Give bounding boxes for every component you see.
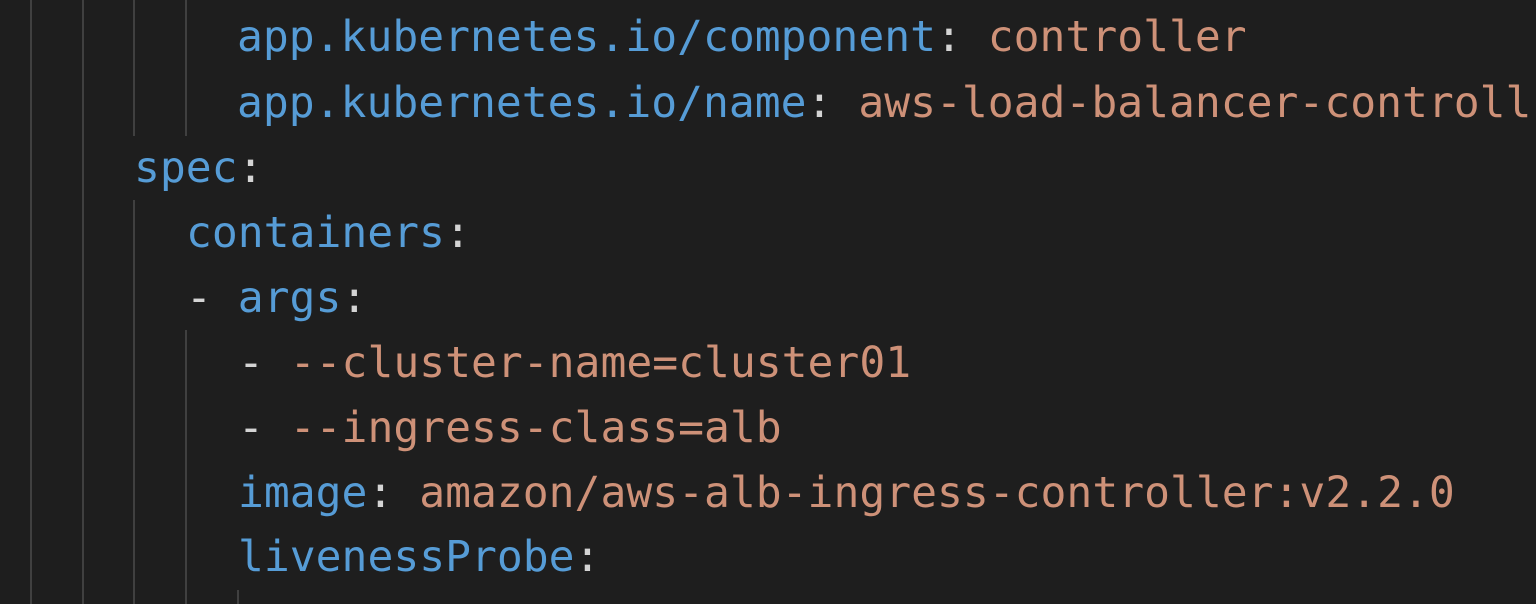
code-line[interactable]: - args: xyxy=(186,265,367,331)
indent-guide xyxy=(133,200,135,604)
clipped-code-line xyxy=(290,586,890,604)
yaml-key: app.kubernetes.io/name xyxy=(237,78,807,128)
yaml-value: amazon/aws-alb-ingress-controller:v2.2.0 xyxy=(393,468,1455,518)
yaml-key: app.kubernetes.io/component xyxy=(237,12,936,62)
yaml-key: image xyxy=(238,468,368,518)
code-line[interactable]: app.kubernetes.io/component: controller xyxy=(237,4,1247,70)
code-line[interactable]: livenessProbe: xyxy=(238,524,600,590)
yaml-key: args xyxy=(237,273,342,323)
yaml-colon: : xyxy=(935,12,962,62)
code-line[interactable]: spec: xyxy=(134,135,263,201)
indent-guide xyxy=(237,590,239,604)
code-line[interactable]: containers: xyxy=(186,200,471,266)
yaml-colon: : xyxy=(806,78,833,128)
yaml-dash: - xyxy=(238,403,290,453)
indent-guide xyxy=(185,330,187,604)
yaml-key: spec xyxy=(134,143,238,193)
yaml-value: --cluster-name=cluster01 xyxy=(289,338,912,388)
yaml-value: controller xyxy=(961,12,1247,62)
yaml-key: livenessProbe xyxy=(238,532,575,582)
clipped-text-glyphs xyxy=(290,595,890,604)
yaml-value: --ingress-class=alb xyxy=(289,403,782,453)
yaml-colon: : xyxy=(574,532,601,582)
yaml-dash: - xyxy=(238,338,290,388)
code-editor[interactable]: app.kubernetes.io/component: controller … xyxy=(0,0,1536,604)
code-line[interactable]: - --cluster-name=cluster01 xyxy=(238,330,911,396)
code-line[interactable]: image: amazon/aws-alb-ingress-controller… xyxy=(238,460,1455,526)
yaml-colon: : xyxy=(341,273,368,323)
indent-guide xyxy=(133,0,135,136)
code-line[interactable]: app.kubernetes.io/name: aws-load-balance… xyxy=(237,70,1531,136)
indent-guide xyxy=(82,0,84,604)
yaml-key: containers xyxy=(186,208,445,258)
code-line[interactable]: - --ingress-class=alb xyxy=(238,395,782,461)
yaml-colon: : xyxy=(444,208,471,258)
yaml-value: aws-load-balancer-controll xyxy=(832,78,1532,128)
yaml-colon: : xyxy=(367,468,394,518)
yaml-dash: - xyxy=(186,273,238,323)
yaml-colon: : xyxy=(237,143,264,193)
indent-guide xyxy=(30,0,32,604)
indent-guide xyxy=(185,0,187,136)
